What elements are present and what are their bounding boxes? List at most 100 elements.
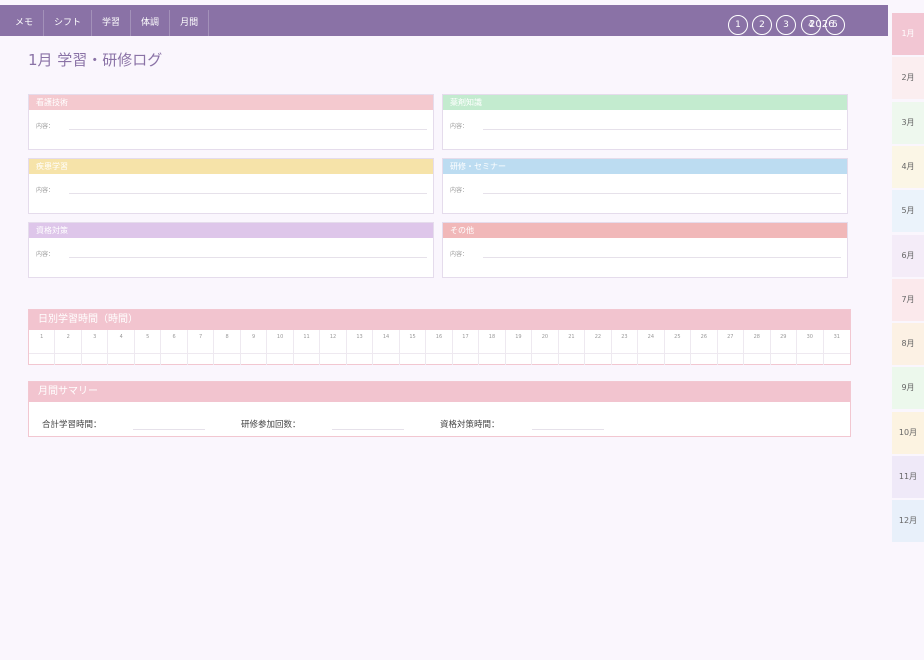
content-label: 内容： [36,187,55,194]
day-cell-13[interactable]: 13 [347,330,374,365]
day-cell-12[interactable]: 12 [320,330,347,365]
day-cell-18[interactable]: 18 [479,330,506,365]
day-number: 5 [146,334,150,340]
category-card-drug-knowledge: 薬剤知識 内容： [442,94,848,150]
summary-total-hours-field[interactable] [133,429,205,430]
day-cell-5[interactable]: 5 [135,330,162,365]
week-selector: 1 2 3 4 5 2026 [728,15,845,35]
day-cell-14[interactable]: 14 [373,330,400,365]
day-number: 12 [329,334,337,340]
day-cell-26[interactable]: 26 [691,330,718,365]
content-line [483,257,841,258]
day-number: 17 [462,334,469,340]
day-cell-25[interactable]: 25 [665,330,692,365]
day-cell-24[interactable]: 24 [638,330,665,365]
content-label: 内容： [450,187,469,194]
month-tab-1[interactable]: 1月 [892,13,924,55]
day-cell-19[interactable]: 19 [506,330,533,365]
card-title: 薬剤知識 [443,95,847,110]
card-title: その他 [443,223,847,238]
month-tab-10[interactable]: 10月 [892,411,924,454]
card-body[interactable]: 内容： [29,174,433,214]
month-tab-12[interactable]: 12月 [892,500,924,543]
day-cell-28[interactable]: 28 [744,330,771,365]
month-tab-4[interactable]: 4月 [892,145,924,188]
day-number: 6 [172,334,176,340]
day-number: 11 [303,334,310,340]
day-cell-23[interactable]: 23 [612,330,639,365]
card-title: 看護技術 [29,95,433,110]
day-cell-7[interactable]: 7 [188,330,215,365]
week-button-3[interactable]: 3 [776,15,796,35]
category-card-disease-study: 疾患学習 内容： [28,158,434,214]
day-cell-22[interactable]: 22 [585,330,612,365]
day-cell-27[interactable]: 27 [718,330,745,365]
summary-total-hours-label: 合計学習時間： [42,420,102,430]
day-number: 18 [488,334,496,340]
day-cell-30[interactable]: 30 [797,330,824,365]
tab-memo[interactable]: メモ [5,10,45,36]
month-tab-8[interactable]: 8月 [892,323,924,366]
month-tab-9[interactable]: 9月 [892,367,924,410]
daily-study-hours: 日別学習時間（時間） 1 2 3 4 5 6 7 8 9 10 11 12 13 14 15 16 17 18 19… [28,309,851,365]
tab-study[interactable]: 学習 [92,10,132,36]
content-line [69,129,427,130]
nav-tabs: メモ シフト 学習 体調 月間 [5,10,210,36]
content-label: 内容： [36,123,55,130]
summary-qualification-hours-field[interactable] [532,429,604,430]
day-number: 30 [806,334,813,340]
card-body[interactable]: 内容： [443,110,847,150]
day-cell-6[interactable]: 6 [161,330,188,365]
day-number: 20 [541,334,549,340]
day-cell-1[interactable]: 1 [29,330,56,365]
day-cell-4[interactable]: 4 [108,330,135,365]
day-number: 23 [621,334,628,340]
day-number: 27 [727,334,734,340]
day-cell-16[interactable]: 16 [426,330,453,365]
tab-monthly[interactable]: 月間 [170,10,210,36]
day-cell-2[interactable]: 2 [55,330,82,365]
content-line [483,129,841,130]
week-button-1[interactable]: 1 [728,15,748,35]
day-cell-8[interactable]: 8 [214,330,241,365]
week-button-2[interactable]: 2 [752,15,772,35]
day-cell-10[interactable]: 10 [267,330,294,365]
summary-training-count-field[interactable] [332,429,404,430]
day-cell-31[interactable]: 31 [824,330,850,365]
category-card-training-seminar: 研修・セミナー 内容： [442,158,848,214]
day-cell-29[interactable]: 29 [771,330,798,365]
tab-health[interactable]: 体調 [131,10,171,36]
day-cell-11[interactable]: 11 [294,330,321,365]
card-body[interactable]: 内容： [443,238,847,278]
day-cell-21[interactable]: 21 [559,330,586,365]
day-number: 8 [225,334,229,340]
day-grid: 1 2 3 4 5 6 7 8 9 10 11 12 13 14 15 16 17 18 19 20 21 22 23 24 2… [29,330,850,365]
card-body[interactable]: 内容： [29,238,433,278]
day-number: 21 [568,334,575,340]
month-tab-2[interactable]: 2月 [892,57,924,100]
content-label: 内容： [450,251,469,258]
month-tab-5[interactable]: 5月 [892,190,924,233]
day-number: 26 [700,334,708,340]
day-number: 16 [435,334,443,340]
day-cell-20[interactable]: 20 [532,330,559,365]
month-tab-6[interactable]: 6月 [892,234,924,277]
day-number: 28 [753,334,760,340]
card-title: 疾患学習 [29,159,433,174]
content-label: 内容： [36,251,55,258]
day-number: 4 [119,334,123,340]
card-body[interactable]: 内容： [29,110,433,150]
category-card-other: その他 内容： [442,222,848,278]
day-cell-17[interactable]: 17 [453,330,480,365]
day-number: 9 [252,334,256,340]
card-body[interactable]: 内容： [443,174,847,214]
month-tab-11[interactable]: 11月 [892,456,924,498]
tab-shift[interactable]: シフト [44,10,93,36]
month-tab-7[interactable]: 7月 [892,278,924,321]
day-cell-9[interactable]: 9 [241,330,268,365]
day-cell-15[interactable]: 15 [400,330,427,365]
day-cell-3[interactable]: 3 [82,330,109,365]
category-card-nursing-skills: 看護技術 内容： [28,94,434,150]
card-title: 研修・セミナー [443,159,847,174]
month-tab-3[interactable]: 3月 [892,101,924,144]
